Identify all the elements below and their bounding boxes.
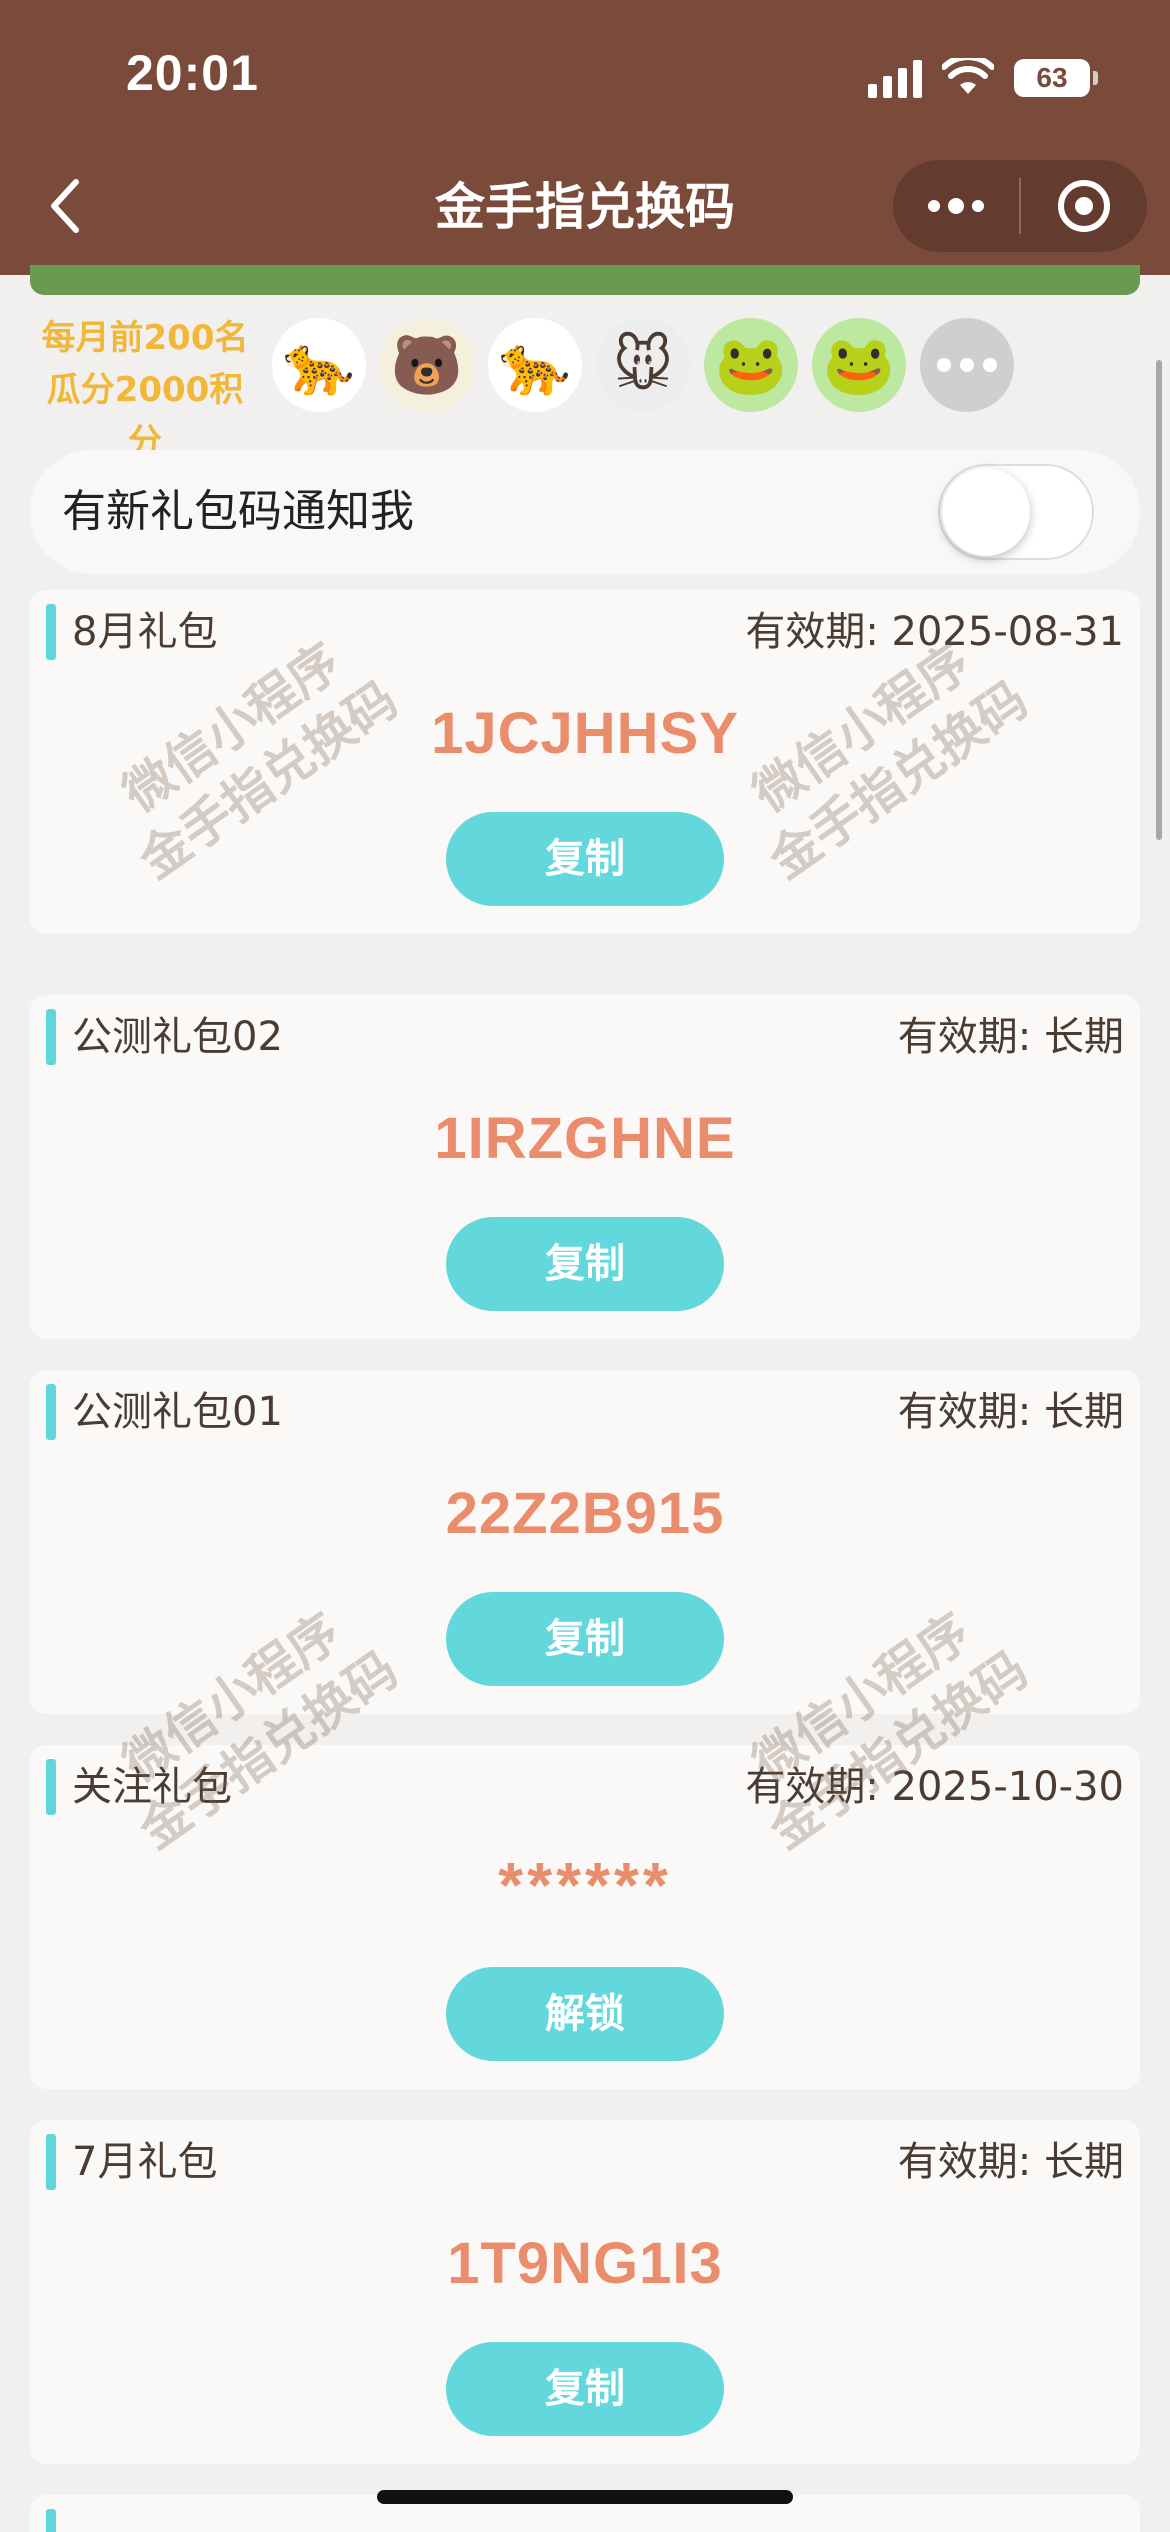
ranking-avatars: 🐆 🐻 🐆 🐭 🐸 🐸	[272, 318, 1014, 412]
bear-avatar-icon: 🐻	[390, 331, 464, 399]
leopard-avatar-icon: 🐆	[498, 331, 572, 399]
gift-validity: 有效期: 长期	[897, 1014, 1124, 1060]
gift-name: 公测礼包01	[72, 1389, 283, 1435]
gift-code: 1JCJHHSY	[431, 701, 739, 766]
ranking-promo[interactable]: 每月前200名 瓜分2000积分	[30, 312, 260, 468]
card-accent	[46, 2509, 56, 2532]
avatar-1[interactable]: 🐆	[272, 318, 366, 412]
avatar-3[interactable]: 🐆	[488, 318, 582, 412]
more-menu-button[interactable]	[893, 160, 1019, 252]
leopard-avatar-icon: 🐆	[282, 331, 356, 399]
gift-code: 22Z2B915	[445, 1481, 725, 1546]
gift-card: 公测礼包01 有效期: 长期 22Z2B915 复制	[30, 1370, 1140, 1714]
card-accent	[46, 1384, 56, 1440]
scrollbar[interactable]	[1156, 360, 1162, 840]
status-icons: 63	[868, 54, 1098, 102]
target-icon	[1058, 180, 1110, 232]
gift-card: 公测礼包02 有效期: 长期 1IRZGHNE 复制	[30, 995, 1140, 1339]
copy-button[interactable]: 复制	[446, 1592, 724, 1686]
more-avatars-button[interactable]	[920, 318, 1014, 412]
notify-toggle[interactable]	[938, 464, 1094, 560]
gift-code-masked: ******	[498, 1849, 672, 1921]
gift-card: 7月礼包 有效期: 长期 1T9NG1I3 复制	[30, 2120, 1140, 2464]
gift-card: 关注礼包 有效期: 2025-10-30 ****** 解锁	[30, 1745, 1140, 2089]
notify-row: 有新礼包码通知我	[30, 450, 1140, 574]
gift-name: 关注礼包	[72, 1764, 232, 1810]
gift-card: 8月礼包 有效期: 2025-08-31 1JCJHHSY 复制	[30, 590, 1140, 934]
card-accent	[46, 1009, 56, 1065]
avatar-4[interactable]: 🐭	[596, 318, 690, 412]
ranking-line1: 每月前200名	[41, 318, 249, 358]
frog-avatar-icon: 🐸	[822, 331, 896, 399]
gift-name: 7月礼包	[72, 2139, 218, 2185]
card-accent	[46, 2134, 56, 2190]
gift-validity: 有效期: 2025-10-30	[745, 1764, 1124, 1810]
ellipsis-icon	[937, 358, 951, 372]
battery-icon: 63	[1014, 59, 1098, 97]
mouse-avatar-icon: 🐭	[612, 331, 674, 399]
gift-validity: 有效期: 长期	[897, 1389, 1124, 1435]
banner-bottom-edge	[30, 265, 1140, 295]
gift-code: 1T9NG1I3	[447, 2231, 723, 2296]
copy-button[interactable]: 复制	[446, 1217, 724, 1311]
card-accent	[46, 1759, 56, 1815]
gift-code: 1IRZGHNE	[434, 1106, 736, 1171]
avatar-5[interactable]: 🐸	[704, 318, 798, 412]
avatar-6[interactable]: 🐸	[812, 318, 906, 412]
gift-validity: 有效期: 长期	[897, 2139, 1124, 2185]
mini-program-capsule	[893, 160, 1147, 252]
card-accent	[46, 604, 56, 660]
signal-icon	[868, 58, 922, 98]
gift-validity: 有效期: 2025-08-31	[745, 609, 1124, 655]
more-icon	[928, 200, 940, 212]
copy-button[interactable]: 复制	[446, 2342, 724, 2436]
status-time: 20:01	[126, 45, 259, 101]
avatar-2[interactable]: 🐻	[380, 318, 474, 412]
unlock-button[interactable]: 解锁	[446, 1967, 724, 2061]
header: 20:01 63 金手指兑换码	[0, 0, 1170, 275]
frog-avatar-icon: 🐸	[714, 331, 788, 399]
gift-name: 公测礼包02	[72, 1014, 283, 1060]
toggle-knob	[942, 468, 1030, 556]
gift-name: 8月礼包	[72, 609, 218, 655]
home-indicator[interactable]	[377, 2490, 793, 2504]
wifi-icon	[942, 58, 994, 94]
notify-label: 有新礼包码通知我	[62, 486, 414, 537]
copy-button[interactable]: 复制	[446, 812, 724, 906]
close-mini-program-button[interactable]	[1021, 160, 1147, 252]
